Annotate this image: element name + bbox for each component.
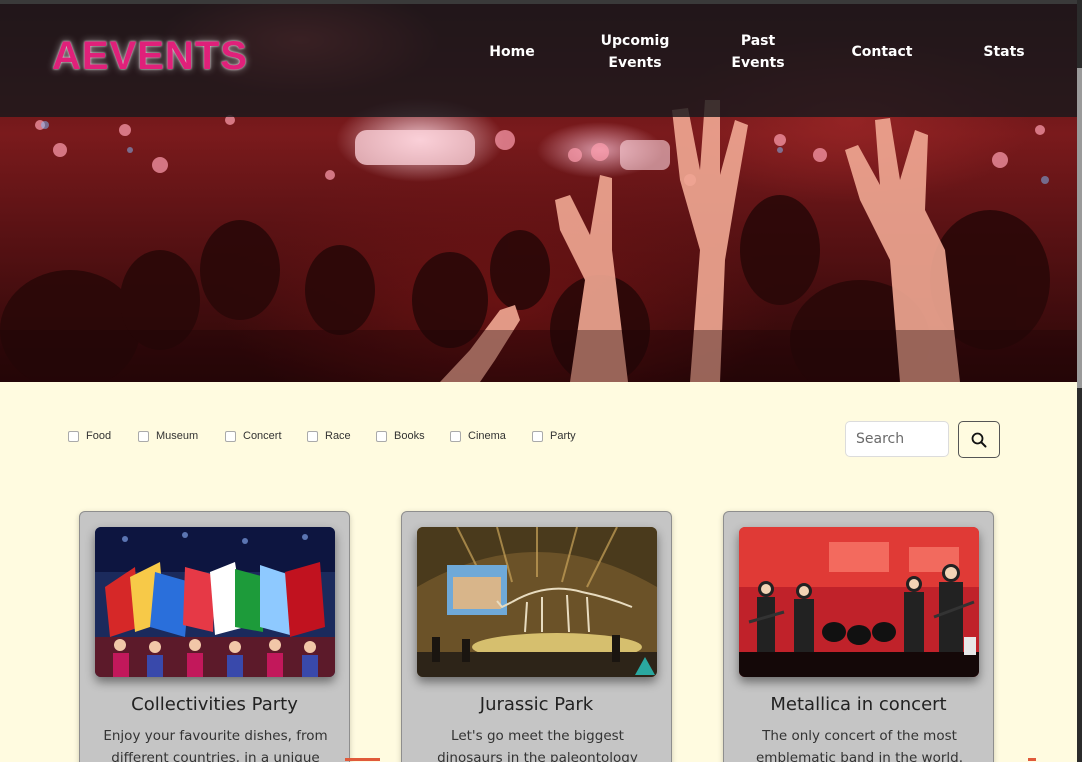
filter-race[interactable]: Race	[307, 430, 351, 442]
footer-edge-mark	[345, 758, 380, 761]
card-image-rock-concert[interactable]	[739, 527, 979, 677]
filter-museum[interactable]: Museum	[138, 430, 198, 442]
scrollbar[interactable]	[1077, 0, 1082, 762]
nav-contact-label: Contact	[851, 44, 913, 60]
filter-race-label: Race	[325, 430, 351, 442]
nav-contact[interactable]: Contact	[848, 41, 916, 63]
rock-concert-photo	[739, 527, 979, 677]
filter-cinema[interactable]: Cinema	[450, 430, 506, 442]
logo[interactable]: AEVENTS	[52, 36, 248, 76]
filter-books-checkbox[interactable]	[376, 430, 387, 442]
filter-food[interactable]: Food	[68, 430, 111, 442]
nav-upcoming-events-label: Upcomig Events	[600, 33, 670, 71]
card-description: Enjoy your favourite dishes, from differ…	[103, 728, 328, 762]
filter-museum-label: Museum	[156, 430, 199, 442]
navbar: AEVENTS Home Upcomig Events Past Events …	[0, 0, 1077, 117]
card-description: The only concert of the most emblematic …	[755, 728, 964, 762]
card-description: Let's go meet the biggest dinosaurs in t…	[437, 728, 638, 762]
filter-cinema-checkbox[interactable]	[450, 430, 461, 442]
filter-food-checkbox[interactable]	[68, 430, 79, 442]
card-title: Metallica in concert	[770, 694, 947, 715]
event-card[interactable]: Metallica in concert The only concert of…	[723, 511, 994, 762]
filter-books-label: Books	[394, 430, 425, 442]
filter-party[interactable]: Party	[532, 430, 576, 442]
event-card[interactable]: Collectivities Party Enjoy your favourit…	[79, 511, 350, 762]
filter-concert[interactable]: Concert	[225, 430, 282, 442]
filter-concert-label: Concert	[243, 430, 282, 442]
filter-food-label: Food	[86, 430, 112, 442]
nav-past-events-label: Past Events	[731, 33, 785, 71]
card-image-dinosaur-museum[interactable]	[417, 527, 657, 677]
filter-party-checkbox[interactable]	[532, 430, 543, 442]
flags-parade-photo	[95, 527, 335, 677]
dinosaur-museum-photo	[417, 527, 657, 677]
logo-text: AEVENTS	[52, 34, 248, 78]
card-title: Jurassic Park	[479, 694, 594, 715]
nav-past-events[interactable]: Past Events	[728, 30, 788, 74]
search-icon	[971, 432, 987, 447]
scrollbar-thumb[interactable]	[1077, 68, 1082, 388]
card-image-flags-parade[interactable]	[95, 527, 335, 677]
nav-stats-label: Stats	[983, 44, 1025, 60]
search-button[interactable]	[958, 421, 1000, 458]
page: AEVENTS Home Upcomig Events Past Events …	[0, 0, 1082, 762]
filter-cinema-label: Cinema	[468, 430, 506, 442]
filter-party-label: Party	[550, 430, 576, 442]
filter-race-checkbox[interactable]	[307, 430, 318, 442]
nav-upcoming-events[interactable]: Upcomig Events	[596, 30, 674, 74]
card-title: Collectivities Party	[131, 694, 298, 715]
filter-concert-checkbox[interactable]	[225, 430, 236, 442]
search-input[interactable]	[845, 421, 949, 457]
nav-home-label: Home	[489, 44, 535, 60]
filter-museum-checkbox[interactable]	[138, 430, 149, 442]
event-card[interactable]: Jurassic Park Let's go meet the biggest …	[401, 511, 672, 762]
nav-stats[interactable]: Stats	[980, 41, 1028, 63]
nav-home[interactable]: Home	[486, 41, 538, 63]
hero-banner: AEVENTS Home Upcomig Events Past Events …	[0, 0, 1077, 382]
filter-books[interactable]: Books	[376, 430, 425, 442]
footer-edge-mark	[1028, 758, 1036, 761]
